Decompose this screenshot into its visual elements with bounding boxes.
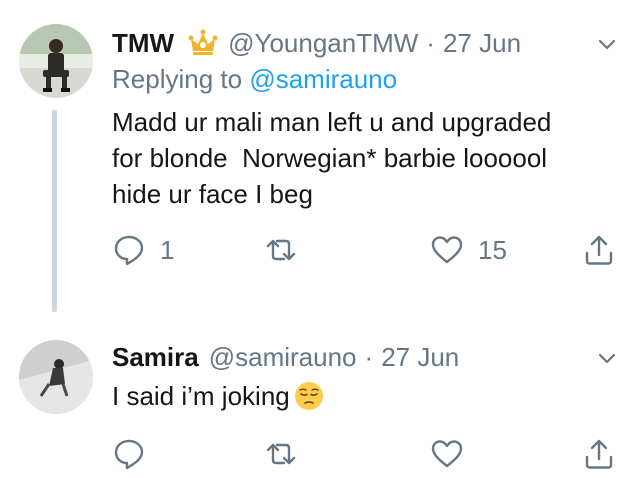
avatar-tmw-image (19, 24, 93, 98)
tweet-content: Samira @samirauno · 27 Jun I said i’m jo… (112, 340, 620, 470)
chevron-down-icon[interactable] (594, 32, 620, 58)
tweet-text-line: hide ur face I beg (112, 179, 313, 209)
tweet-text-line: Madd ur mali man left u and upgraded (112, 107, 552, 137)
tweet-header: TMW @YounganTMW · 27 Jun (112, 26, 620, 60)
avatar-samira-image (19, 340, 93, 414)
avatar[interactable] (19, 340, 93, 414)
like-button[interactable]: 15 (430, 230, 507, 270)
tweet-date[interactable]: 27 Jun (443, 28, 521, 59)
retweet-button[interactable] (264, 434, 312, 474)
action-bar: 1 15 (112, 230, 620, 270)
tweet-samira[interactable]: Samira @samirauno · 27 Jun I said i’m jo… (0, 318, 640, 478)
reply-icon (114, 235, 144, 266)
pensive-face-emoji (294, 381, 324, 411)
display-name[interactable]: Samira (112, 342, 199, 373)
retweet-icon (266, 443, 296, 465)
tweet-text-line: I said i’m joking (112, 381, 290, 411)
like-button[interactable] (430, 434, 478, 474)
action-bar (112, 434, 620, 474)
retweet-icon (266, 239, 296, 261)
heart-icon (431, 440, 463, 468)
share-icon (585, 235, 613, 265)
separator-dot: · (426, 27, 435, 58)
replying-to-mention[interactable]: @samirauno (249, 64, 397, 94)
tweet-header: Samira @samirauno · 27 Jun (112, 340, 620, 374)
share-button[interactable] (582, 230, 616, 270)
heart-icon (431, 236, 463, 264)
reply-icon (114, 439, 144, 470)
user-handle[interactable]: @samirauno (209, 342, 357, 373)
replying-to: Replying to @samirauno (112, 64, 620, 98)
crown-icon (188, 29, 218, 57)
share-icon (585, 439, 613, 469)
reply-button[interactable] (112, 434, 160, 474)
reply-button[interactable]: 1 (112, 230, 174, 270)
tweet-text: Madd ur mali man left u and upgraded for… (112, 104, 620, 212)
like-count: 15 (478, 234, 507, 265)
display-name[interactable]: TMW (112, 28, 174, 59)
chevron-down-icon[interactable] (594, 346, 620, 372)
tweet-tmw[interactable]: TMW @YounganTMW · 27 Jun Replying to @sa… (0, 0, 640, 318)
tweet-content: TMW @YounganTMW · 27 Jun Replying to @sa… (112, 26, 620, 266)
separator-dot: · (364, 341, 374, 372)
tweet-date[interactable]: 27 Jun (381, 342, 459, 373)
tweet-text: I said i’m joking (112, 378, 620, 414)
share-button[interactable] (582, 434, 616, 474)
tweet-text-line: for blonde Norwegian* barbie loooool (112, 143, 548, 173)
avatar[interactable] (19, 24, 93, 98)
reply-count: 1 (160, 234, 175, 265)
retweet-button[interactable] (264, 230, 312, 270)
replying-to-label: Replying to (112, 64, 250, 94)
user-handle[interactable]: @YounganTMW (228, 28, 418, 59)
